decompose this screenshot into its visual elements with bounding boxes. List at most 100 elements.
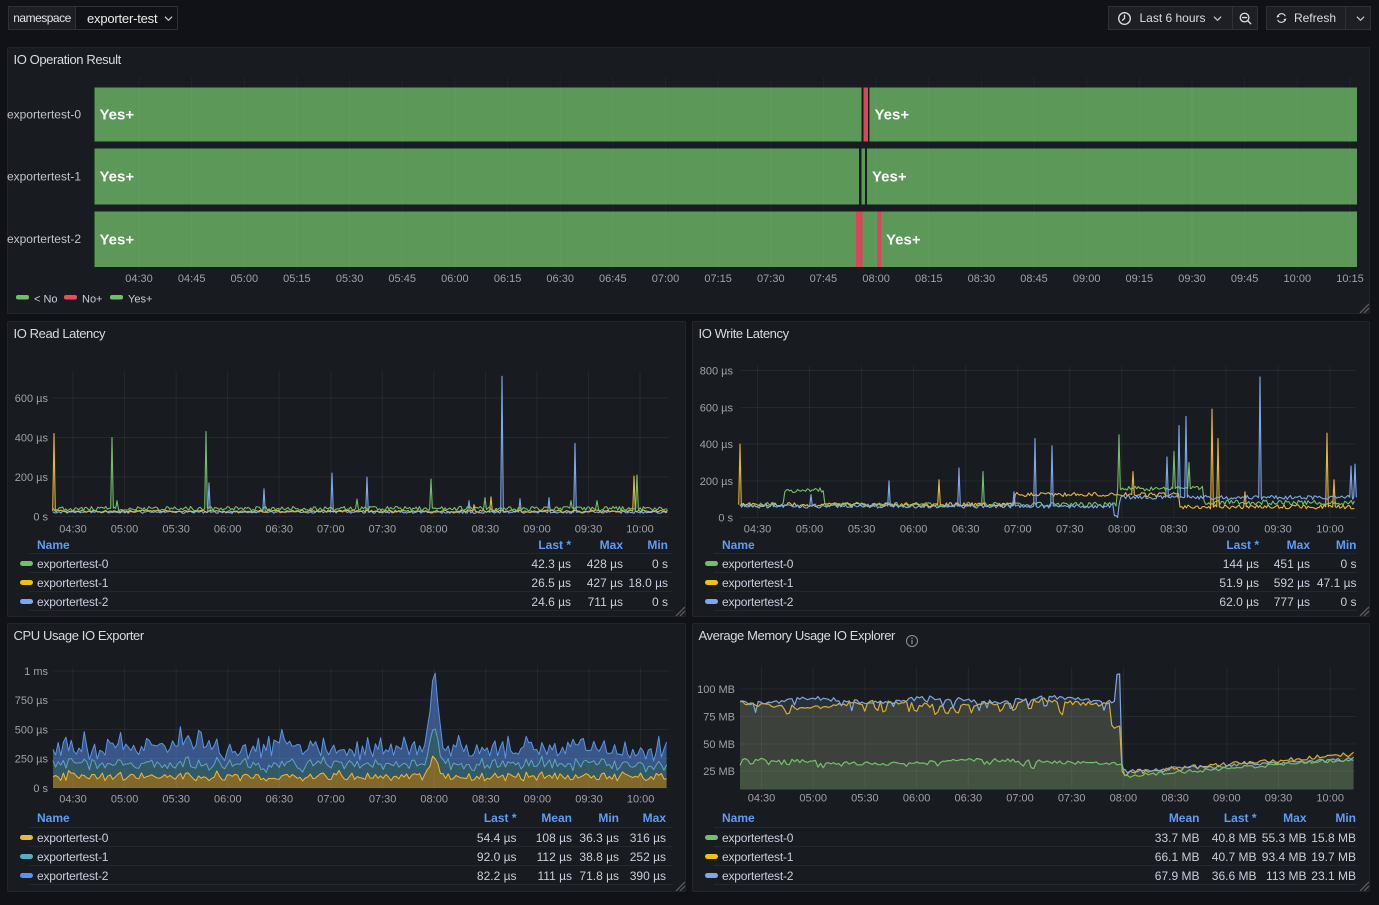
svg-text:04:30: 04:30 (59, 523, 87, 535)
svg-text:09:00: 09:00 (524, 793, 552, 805)
svg-text:10:00: 10:00 (1316, 523, 1344, 535)
svg-text:Yes+: Yes+ (100, 168, 135, 185)
svg-text:05:00: 05:00 (799, 792, 827, 804)
svg-text:09:30: 09:30 (575, 793, 603, 805)
svg-text:< No: < No (34, 293, 58, 305)
svg-text:10:00: 10:00 (626, 523, 654, 535)
svg-text:06:45: 06:45 (599, 273, 627, 285)
svg-text:09:45: 09:45 (1231, 273, 1259, 285)
svg-text:09:00: 09:00 (1213, 792, 1241, 804)
svg-text:07:00: 07:00 (652, 273, 680, 285)
svg-text:09:00: 09:00 (1073, 273, 1101, 285)
svg-text:05:30: 05:30 (162, 793, 190, 805)
svg-text:08:30: 08:30 (472, 523, 500, 535)
svg-text:09:15: 09:15 (1126, 273, 1154, 285)
svg-text:Yes+: Yes+ (872, 168, 907, 185)
svg-text:09:30: 09:30 (1178, 273, 1206, 285)
svg-text:exportertest-2: exportertest-2 (7, 232, 81, 246)
svg-text:07:30: 07:30 (369, 523, 397, 535)
svg-text:04:30: 04:30 (748, 792, 776, 804)
svg-text:07:00: 07:00 (317, 523, 345, 535)
svg-text:10:00: 10:00 (1316, 792, 1344, 804)
svg-text:06:15: 06:15 (494, 273, 522, 285)
svg-text:400 µs: 400 µs (700, 439, 734, 451)
svg-text:10:15: 10:15 (1336, 273, 1364, 285)
svg-text:07:30: 07:30 (1056, 523, 1084, 535)
svg-text:08:00: 08:00 (862, 273, 890, 285)
svg-text:06:30: 06:30 (265, 523, 293, 535)
svg-text:09:30: 09:30 (1264, 523, 1292, 535)
svg-text:100 MB: 100 MB (697, 684, 735, 696)
svg-text:06:30: 06:30 (952, 523, 980, 535)
svg-text:07:00: 07:00 (1004, 523, 1032, 535)
svg-text:07:00: 07:00 (1006, 792, 1034, 804)
svg-text:06:30: 06:30 (266, 793, 294, 805)
svg-text:10:00: 10:00 (627, 793, 655, 805)
svg-text:05:30: 05:30 (162, 523, 190, 535)
svg-text:06:30: 06:30 (955, 792, 983, 804)
svg-text:Yes+: Yes+ (128, 293, 152, 305)
svg-text:10:00: 10:00 (1284, 273, 1312, 285)
svg-text:08:45: 08:45 (1020, 273, 1048, 285)
svg-text:08:00: 08:00 (1110, 792, 1138, 804)
svg-text:200 µs: 200 µs (15, 472, 49, 484)
svg-text:Yes+: Yes+ (100, 106, 135, 123)
svg-text:Yes+: Yes+ (875, 106, 910, 123)
svg-text:25 MB: 25 MB (703, 766, 735, 778)
svg-text:07:00: 07:00 (317, 793, 345, 805)
svg-text:0 s: 0 s (33, 511, 48, 523)
svg-text:No+: No+ (82, 293, 103, 305)
svg-text:06:00: 06:00 (903, 792, 931, 804)
svg-text:08:30: 08:30 (472, 793, 500, 805)
svg-text:500 µs: 500 µs (15, 724, 49, 736)
svg-text:09:00: 09:00 (523, 523, 551, 535)
svg-text:05:00: 05:00 (111, 793, 139, 805)
svg-text:04:30: 04:30 (125, 273, 153, 285)
svg-text:0 s: 0 s (718, 512, 733, 524)
svg-text:800 µs: 800 µs (700, 365, 734, 377)
svg-text:07:45: 07:45 (810, 273, 838, 285)
svg-text:07:15: 07:15 (704, 273, 732, 285)
svg-text:08:15: 08:15 (915, 273, 943, 285)
svg-text:07:30: 07:30 (757, 273, 785, 285)
svg-text:05:00: 05:00 (231, 273, 259, 285)
svg-text:exportertest-1: exportertest-1 (7, 169, 81, 183)
svg-text:05:30: 05:30 (851, 792, 879, 804)
svg-text:400 µs: 400 µs (15, 432, 49, 444)
svg-text:exportertest-0: exportertest-0 (7, 107, 81, 121)
svg-text:1 ms: 1 ms (24, 666, 48, 678)
svg-text:0 s: 0 s (33, 783, 48, 795)
svg-text:07:30: 07:30 (1058, 792, 1086, 804)
svg-text:04:30: 04:30 (59, 793, 87, 805)
svg-text:04:30: 04:30 (744, 523, 772, 535)
svg-text:600 µs: 600 µs (15, 393, 49, 405)
svg-text:07:30: 07:30 (369, 793, 397, 805)
svg-text:06:00: 06:00 (214, 793, 242, 805)
svg-text:50 MB: 50 MB (703, 739, 735, 751)
svg-text:05:00: 05:00 (111, 523, 139, 535)
svg-text:05:30: 05:30 (848, 523, 876, 535)
svg-text:200 µs: 200 µs (700, 476, 734, 488)
svg-text:06:00: 06:00 (900, 523, 928, 535)
svg-text:05:30: 05:30 (336, 273, 364, 285)
svg-text:75 MB: 75 MB (703, 711, 735, 723)
svg-text:09:30: 09:30 (575, 523, 603, 535)
svg-text:08:00: 08:00 (420, 793, 448, 805)
svg-text:05:15: 05:15 (283, 273, 311, 285)
svg-text:08:00: 08:00 (420, 523, 448, 535)
svg-text:600 µs: 600 µs (700, 402, 734, 414)
svg-text:05:45: 05:45 (388, 273, 416, 285)
svg-text:Yes+: Yes+ (100, 231, 135, 248)
svg-text:06:30: 06:30 (546, 273, 574, 285)
svg-text:05:00: 05:00 (796, 523, 824, 535)
svg-text:09:30: 09:30 (1265, 792, 1293, 804)
svg-text:04:45: 04:45 (178, 273, 206, 285)
svg-text:08:00: 08:00 (1108, 523, 1136, 535)
svg-text:750 µs: 750 µs (15, 695, 49, 707)
svg-text:08:30: 08:30 (1160, 523, 1188, 535)
svg-text:06:00: 06:00 (214, 523, 242, 535)
svg-text:08:30: 08:30 (968, 273, 996, 285)
svg-text:09:00: 09:00 (1212, 523, 1240, 535)
svg-text:Yes+: Yes+ (886, 231, 921, 248)
svg-text:250 µs: 250 µs (15, 753, 49, 765)
